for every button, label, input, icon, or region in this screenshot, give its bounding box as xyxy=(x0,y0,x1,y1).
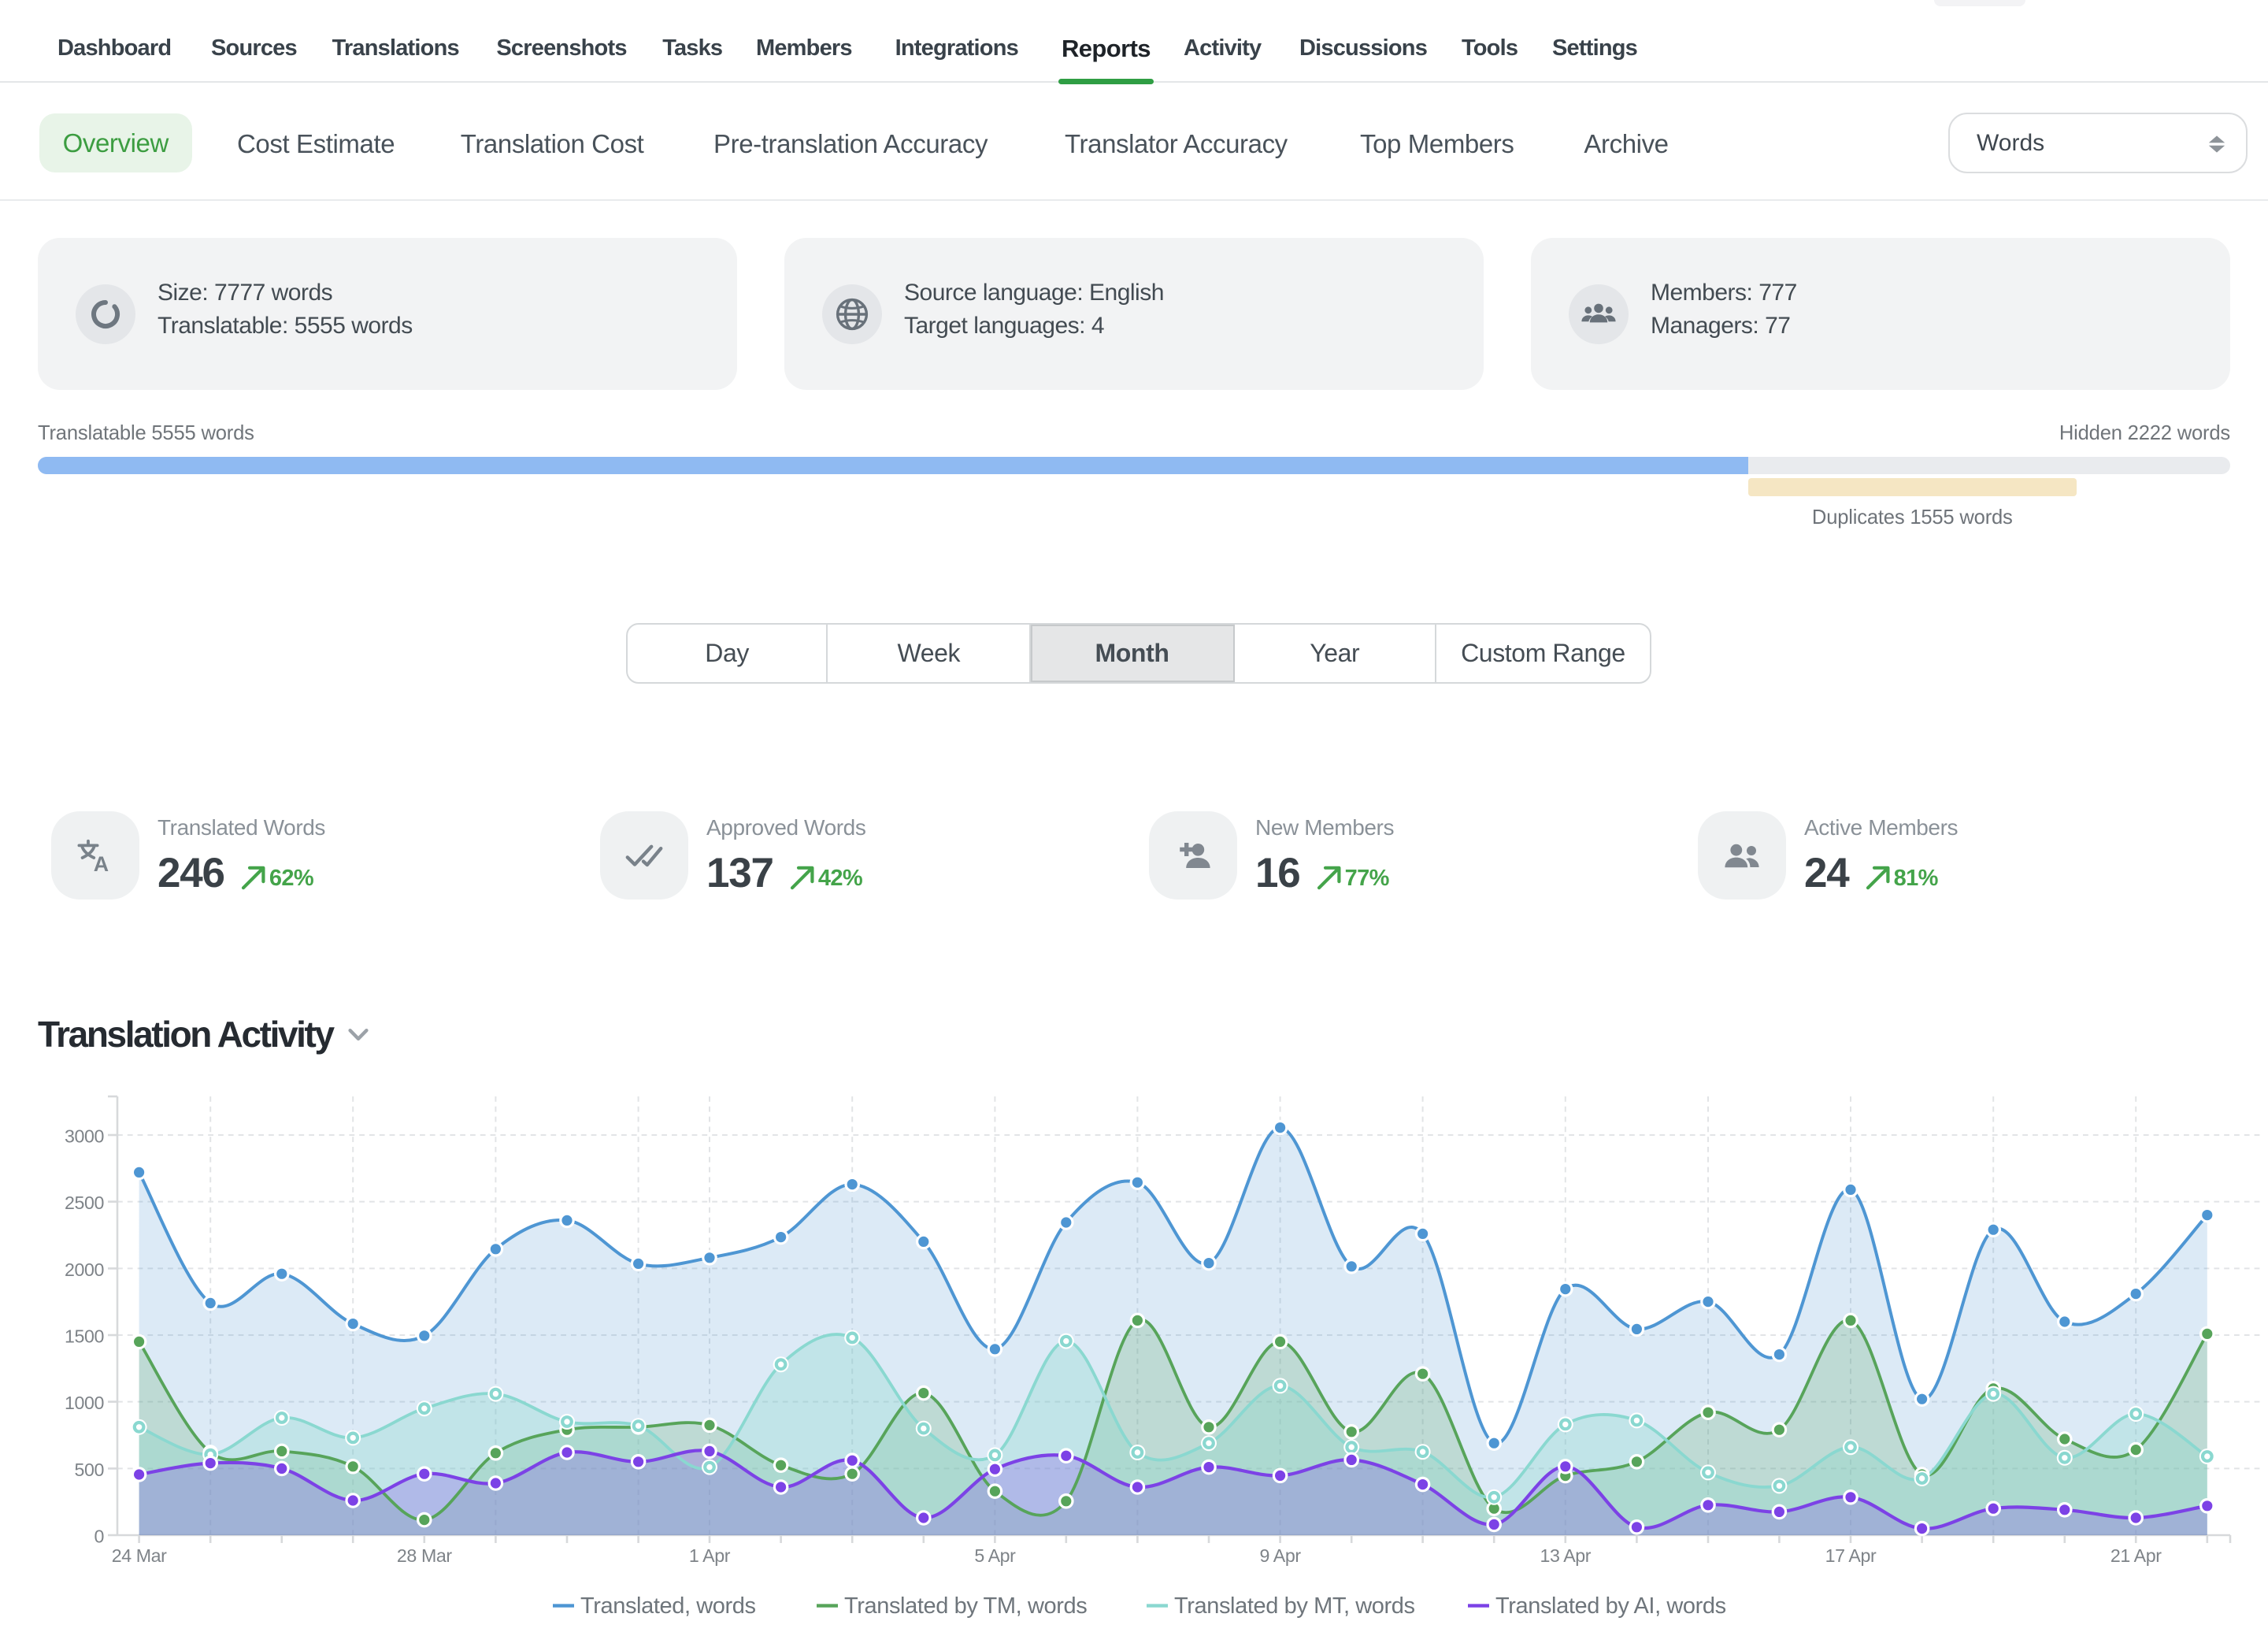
svg-text:3000: 3000 xyxy=(65,1126,104,1147)
svg-text:21 Apr: 21 Apr xyxy=(2110,1545,2162,1566)
svg-text:28 Mar: 28 Mar xyxy=(397,1545,452,1566)
svg-text:Translated by MT, words: Translated by MT, words xyxy=(1174,1593,1415,1619)
svg-text:13 Apr: 13 Apr xyxy=(1540,1545,1591,1566)
svg-text:Translated, words: Translated, words xyxy=(580,1593,756,1619)
svg-text:Translated by TM, words: Translated by TM, words xyxy=(844,1593,1087,1619)
svg-text:24 Mar: 24 Mar xyxy=(112,1545,167,1566)
svg-text:1000: 1000 xyxy=(65,1393,104,1413)
svg-text:1 Apr: 1 Apr xyxy=(689,1545,731,1566)
svg-text:A: A xyxy=(94,852,109,876)
svg-text:2500: 2500 xyxy=(65,1193,104,1213)
svg-text:0: 0 xyxy=(94,1526,105,1547)
svg-text:5 Apr: 5 Apr xyxy=(974,1545,1016,1566)
svg-text:2000: 2000 xyxy=(65,1259,104,1280)
svg-text:1500: 1500 xyxy=(65,1326,104,1347)
svg-text:9 Apr: 9 Apr xyxy=(1260,1545,1302,1566)
svg-text:500: 500 xyxy=(75,1460,105,1480)
svg-text:17 Apr: 17 Apr xyxy=(1825,1545,1877,1566)
svg-text:Translated by AI, words: Translated by AI, words xyxy=(1495,1593,1726,1619)
